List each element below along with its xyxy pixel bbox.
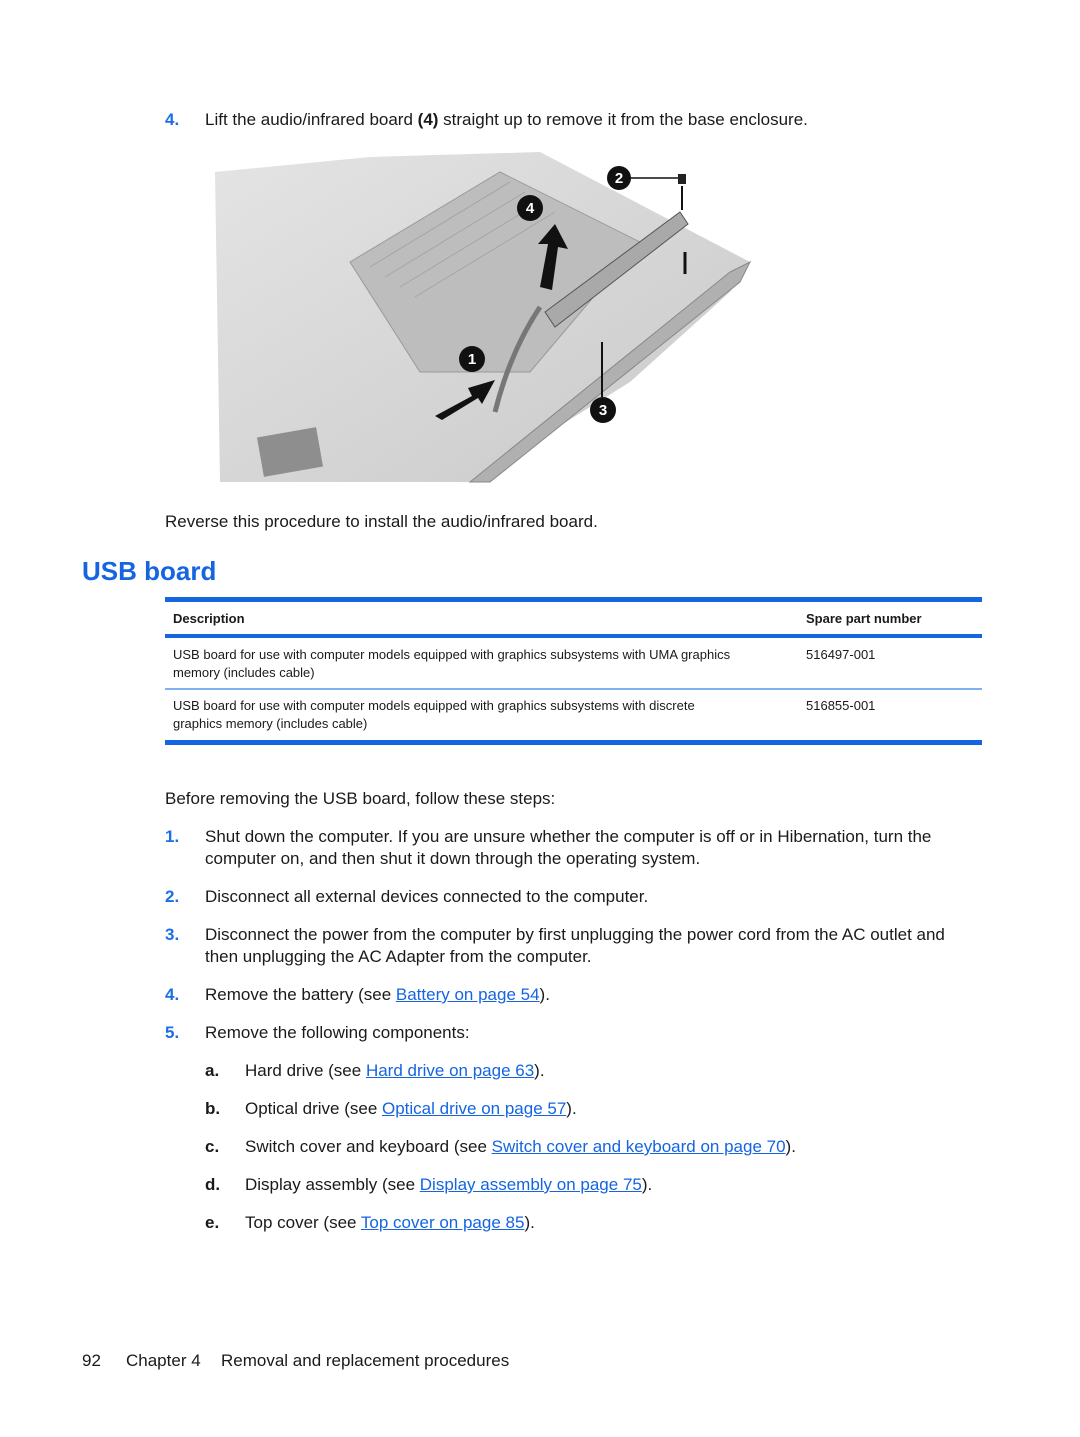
step-line: then unplugging the AC Adapter from the … — [205, 947, 592, 966]
step-item: Disconnect the power from the computer b… — [205, 924, 945, 968]
substep-item: Hard drive (see Hard drive on page 63). — [245, 1060, 545, 1082]
svg-text:2: 2 — [615, 170, 623, 187]
substep-letter: c. — [205, 1137, 220, 1156]
step-text-part: Display assembly (see — [245, 1175, 420, 1194]
step-item: Remove the battery (see Battery on page … — [205, 984, 550, 1006]
step-line: computer on, and then shut it down throu… — [205, 849, 701, 868]
removal-illustration: 1 2 3 4 — [210, 152, 755, 484]
optical-drive-link[interactable]: Optical drive on page 57 — [382, 1099, 566, 1118]
svg-text:4: 4 — [526, 200, 535, 217]
step-text-part: ). — [524, 1213, 535, 1232]
substep-item: Top cover (see Top cover on page 85). — [245, 1212, 535, 1234]
step-number: 1. — [165, 827, 180, 846]
row-part-number: 516497-001 — [806, 647, 876, 662]
substep-item: Display assembly (see Display assembly o… — [245, 1174, 652, 1196]
switch-cover-keyboard-link[interactable]: Switch cover and keyboard on page 70 — [492, 1137, 786, 1156]
substep-item: Switch cover and keyboard (see Switch co… — [245, 1136, 796, 1158]
step-number: 3. — [165, 925, 180, 944]
step-text-part: ). — [785, 1137, 796, 1156]
row-description: USB board for use with computer models e… — [173, 646, 730, 682]
description-line: USB board for use with computer models e… — [173, 698, 695, 713]
hard-drive-link[interactable]: Hard drive on page 63 — [366, 1061, 534, 1080]
table-bottom-rule — [165, 740, 982, 745]
chapter-label: Chapter 4 — [126, 1351, 201, 1370]
step-item: Remove the following components: — [205, 1023, 470, 1042]
substep-item: Optical drive (see Optical drive on page… — [245, 1098, 577, 1120]
callout-reference: (4) — [417, 110, 439, 129]
callout-4: 4 — [517, 195, 543, 221]
battery-link[interactable]: Battery on page 54 — [396, 985, 540, 1004]
substep-letter: a. — [205, 1061, 220, 1080]
step-text-part: Switch cover and keyboard (see — [245, 1137, 492, 1156]
screw-icon — [678, 174, 686, 184]
step-text-part: Top cover (see — [245, 1213, 361, 1232]
step-item: Shut down the computer. If you are unsur… — [205, 826, 931, 870]
step-text-part: Lift the audio/infrared board — [205, 110, 418, 129]
page-number: 92 — [82, 1351, 101, 1370]
step-item: Disconnect all external devices connecte… — [205, 887, 649, 906]
description-line: graphics memory (includes cable) — [173, 716, 368, 731]
section-title: USB board — [82, 556, 217, 586]
description-line: memory (includes cable) — [173, 665, 315, 680]
substep-letter: e. — [205, 1213, 220, 1232]
substep-letter: d. — [205, 1175, 221, 1194]
step-line: Shut down the computer. If you are unsur… — [205, 827, 932, 846]
step-text: Lift the audio/infrared board (4) straig… — [205, 109, 808, 131]
display-assembly-link[interactable]: Display assembly on page 75 — [420, 1175, 642, 1194]
table-row-divider — [165, 688, 982, 690]
chapter-title: Removal and replacement procedures — [221, 1351, 510, 1370]
step-text-part: Optical drive (see — [245, 1099, 382, 1118]
substep-letter: b. — [205, 1099, 221, 1118]
svg-text:3: 3 — [599, 402, 607, 419]
step-line: Disconnect the power from the computer b… — [205, 925, 945, 944]
step-text-part: ). — [534, 1061, 545, 1080]
column-header-part-number: Spare part number — [806, 611, 922, 626]
row-description: USB board for use with computer models e… — [173, 697, 695, 733]
table-header-rule — [165, 634, 982, 638]
step-number: 4. — [165, 110, 180, 129]
step-number: 5. — [165, 1023, 180, 1042]
step-text-part: ). — [539, 985, 550, 1004]
illustration-svg: 1 2 3 4 — [215, 152, 752, 483]
svg-text:1: 1 — [468, 351, 476, 368]
step-text-part: straight up to remove it from the base e… — [438, 110, 808, 129]
table-top-rule — [165, 597, 982, 602]
step-number: 4. — [165, 985, 180, 1004]
step-text-part: ). — [566, 1099, 577, 1118]
step-text-part: Remove the battery (see — [205, 985, 396, 1004]
callout-2: 2 — [607, 166, 631, 190]
callout-1: 1 — [459, 346, 485, 372]
description-line: USB board for use with computer models e… — [173, 647, 731, 662]
step-number: 2. — [165, 887, 180, 906]
callout-3: 3 — [590, 397, 616, 423]
column-header-description: Description — [173, 611, 245, 626]
steps-intro: Before removing the USB board, follow th… — [165, 789, 556, 808]
step-text-part: ). — [641, 1175, 653, 1194]
row-part-number: 516855-001 — [806, 698, 876, 713]
top-cover-link[interactable]: Top cover on page 85 — [361, 1213, 525, 1232]
reverse-note: Reverse this procedure to install the au… — [165, 512, 598, 531]
step-text-part: Hard drive (see — [245, 1061, 366, 1080]
